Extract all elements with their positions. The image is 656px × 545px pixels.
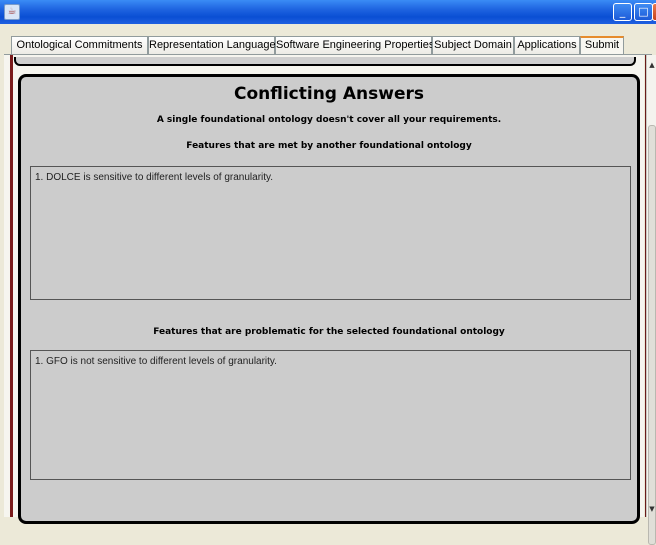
previous-card-edge (14, 57, 636, 66)
tab-ontological-commitments[interactable]: Ontological Commitments (11, 36, 148, 54)
met-features-textarea[interactable]: 1. DOLCE is sensitive to different level… (30, 166, 631, 300)
tab-applications[interactable]: Applications (514, 36, 580, 54)
vertical-scrollbar[interactable]: ▲ ▼ (646, 55, 656, 545)
window-title-bar: ☕ _ □ ✕ (0, 0, 656, 24)
tab-submit[interactable]: Submit (580, 36, 624, 54)
minimize-icon[interactable]: _ (613, 3, 632, 21)
close-icon[interactable]: ✕ (652, 3, 656, 21)
page-subtitle: A single foundational ontology doesn't c… (156, 115, 502, 125)
problem-feature-item: 1. GFO is not sensitive to different lev… (35, 356, 277, 367)
scroll-thumb[interactable] (648, 125, 656, 545)
met-features-title: Features that are met by another foundat… (186, 141, 472, 151)
page-title: Conflicting Answers (233, 84, 425, 104)
scroll-down-icon[interactable]: ▼ (647, 503, 656, 515)
tab-representation-language[interactable]: Representation Language (148, 36, 276, 54)
java-cup-icon: ☕ (4, 4, 20, 20)
tab-software-engineering-properties[interactable]: Software Engineering Properties (275, 36, 434, 54)
left-border-line (10, 55, 13, 517)
problem-features-title: Features that are problematic for the se… (153, 327, 505, 337)
tab-subject-domain[interactable]: Subject Domain (432, 36, 514, 54)
maximize-icon[interactable]: □ (634, 3, 653, 21)
problem-features-textarea[interactable]: 1. GFO is not sensitive to different lev… (30, 350, 631, 480)
scroll-up-icon[interactable]: ▲ (647, 59, 656, 71)
met-feature-item: 1. DOLCE is sensitive to different level… (35, 172, 274, 183)
